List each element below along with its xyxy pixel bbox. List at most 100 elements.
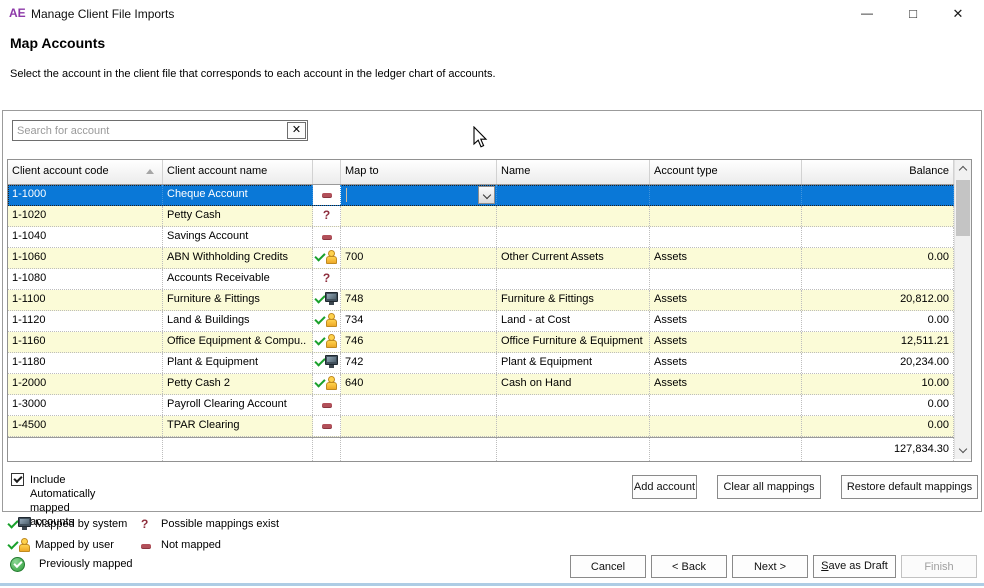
table-row[interactable]: 1-3000Payroll Clearing Account0.00 (8, 395, 971, 416)
table-header: Client account code Client account name … (8, 160, 971, 185)
cell-icon: ? (313, 206, 341, 226)
cell-mapto[interactable] (341, 395, 497, 415)
column-header-client-account-name[interactable]: Client account name (163, 160, 313, 184)
cell-mapname (497, 206, 650, 226)
legend-row-3: Previously mapped (10, 557, 430, 573)
table-row[interactable]: 1-1160Office Equipment & Compu..746Offic… (8, 332, 971, 353)
cell-type (650, 416, 802, 436)
scroll-down-icon[interactable] (955, 442, 971, 459)
not-mapped-icon (315, 187, 339, 202)
cell-mapto[interactable] (341, 269, 497, 289)
next-button[interactable]: Next > (732, 555, 808, 578)
total-row: 127,834.30 (8, 437, 971, 461)
mapped-by-user-icon (315, 376, 339, 391)
cancel-button[interactable]: Cancel (570, 555, 646, 578)
table-row[interactable]: 1-1060ABN Withholding Credits700Other Cu… (8, 248, 971, 269)
previously-mapped-icon (10, 557, 25, 572)
table-row[interactable]: 1-1180Plant & Equipment742Plant & Equipm… (8, 353, 971, 374)
table-row[interactable]: 1-1080Accounts Receivable? (8, 269, 971, 290)
include-auto-mapped-checkbox[interactable] (11, 473, 24, 486)
search-input[interactable] (13, 121, 293, 140)
restore-default-mappings-button[interactable]: Restore default mappings (841, 475, 978, 499)
column-header-status[interactable] (313, 160, 341, 184)
table-row[interactable]: 1-1040Savings Account (8, 227, 971, 248)
not-mapped-icon (315, 418, 339, 433)
window-bottom-edge (0, 583, 984, 586)
finish-button[interactable]: Finish (901, 555, 977, 578)
cell-code: 1-1120 (8, 311, 163, 331)
cell-mapto[interactable] (341, 227, 497, 247)
clear-search-icon[interactable]: ✕ (287, 122, 306, 139)
column-header-name[interactable]: Name (497, 160, 650, 184)
cell-mapto[interactable]: 700 (341, 248, 497, 268)
table-row[interactable]: 1-4500TPAR Clearing0.00 (8, 416, 971, 437)
save-as-draft-button[interactable]: Save as Draft (813, 555, 896, 578)
not-mapped-icon (315, 229, 339, 244)
scrollbar-thumb[interactable] (956, 180, 970, 236)
legend-mapped-by-user: Mapped by user (35, 539, 114, 551)
cell-type: Assets (650, 248, 802, 268)
page-title: Map Accounts (10, 35, 105, 51)
cell-type (650, 206, 802, 226)
cell-type: Assets (650, 311, 802, 331)
minimize-button[interactable]: — (852, 1, 882, 26)
maximize-button[interactable]: □ (898, 1, 928, 26)
possible-mappings-icon: ? (141, 517, 157, 532)
search-box: ✕ (12, 120, 308, 141)
clear-all-mappings-button[interactable]: Clear all mappings (717, 475, 821, 499)
cell-type (650, 227, 802, 247)
cell-mapto[interactable]: 734 (341, 311, 497, 331)
cell-code: 1-1040 (8, 227, 163, 247)
scroll-up-icon[interactable] (955, 160, 971, 177)
table-row[interactable]: 1-1020Petty Cash? (8, 206, 971, 227)
cell-mapto[interactable]: 640 (341, 374, 497, 394)
cell-mapname: Office Furniture & Equipment (497, 332, 650, 352)
column-header-map-to[interactable]: Map to (341, 160, 497, 184)
cell-type: Assets (650, 353, 802, 373)
table-row[interactable]: 1-1000Cheque Account (8, 185, 971, 206)
cell-icon (313, 374, 341, 394)
cell-name: ABN Withholding Credits (163, 248, 313, 268)
back-button[interactable]: < Back (651, 555, 727, 578)
cell-name: Land & Buildings (163, 311, 313, 331)
app-logo: AE (9, 6, 26, 20)
map-to-combobox[interactable] (341, 185, 497, 205)
cell-mapto[interactable]: 746 (341, 332, 497, 352)
table-row[interactable]: 1-1100Furniture & Fittings748Furniture &… (8, 290, 971, 311)
page-description: Select the account in the client file th… (10, 68, 496, 80)
cell-name: Accounts Receivable (163, 269, 313, 289)
column-header-account-type[interactable]: Account type (650, 160, 802, 184)
possible-mappings-icon: ? (323, 208, 330, 223)
cell-name: Furniture & Fittings (163, 290, 313, 310)
cell-mapname: Land - at Cost (497, 311, 650, 331)
cell-type (650, 395, 802, 415)
cell-type: Assets (650, 332, 802, 352)
cell-mapto[interactable] (341, 416, 497, 436)
map-accounts-panel: ✕ Client account code Client account nam… (2, 110, 982, 512)
cell-bal: 12,511.21 (802, 332, 954, 352)
cell-bal: 0.00 (802, 311, 954, 331)
add-account-button[interactable]: Add account (632, 475, 697, 499)
accounts-table: Client account code Client account name … (7, 159, 972, 462)
cell-mapname (497, 416, 650, 436)
table-row[interactable]: 1-2000Petty Cash 2640Cash on HandAssets1… (8, 374, 971, 395)
column-header-balance[interactable]: Balance (802, 160, 954, 184)
cell-code: 1-1080 (8, 269, 163, 289)
vertical-scrollbar[interactable] (954, 160, 971, 459)
column-header-client-account-code[interactable]: Client account code (8, 160, 163, 184)
legend-previously-mapped: Previously mapped (39, 558, 133, 570)
map-to-dropdown-button[interactable] (478, 186, 495, 204)
cell-bal: 0.00 (802, 248, 954, 268)
cell-name: Petty Cash (163, 206, 313, 226)
cell-bal: 0.00 (802, 395, 954, 415)
legend-not-mapped: Not mapped (161, 539, 221, 551)
close-button[interactable]: ✕ (943, 1, 973, 26)
cell-mapname (497, 185, 650, 205)
cell-mapto[interactable]: 748 (341, 290, 497, 310)
cell-code: 1-1100 (8, 290, 163, 310)
cell-mapto[interactable] (341, 206, 497, 226)
cell-code: 1-1180 (8, 353, 163, 373)
cell-icon (313, 332, 341, 352)
table-row[interactable]: 1-1120Land & Buildings 734Land - at CostA… (8, 311, 971, 332)
cell-mapto[interactable]: 742 (341, 353, 497, 373)
